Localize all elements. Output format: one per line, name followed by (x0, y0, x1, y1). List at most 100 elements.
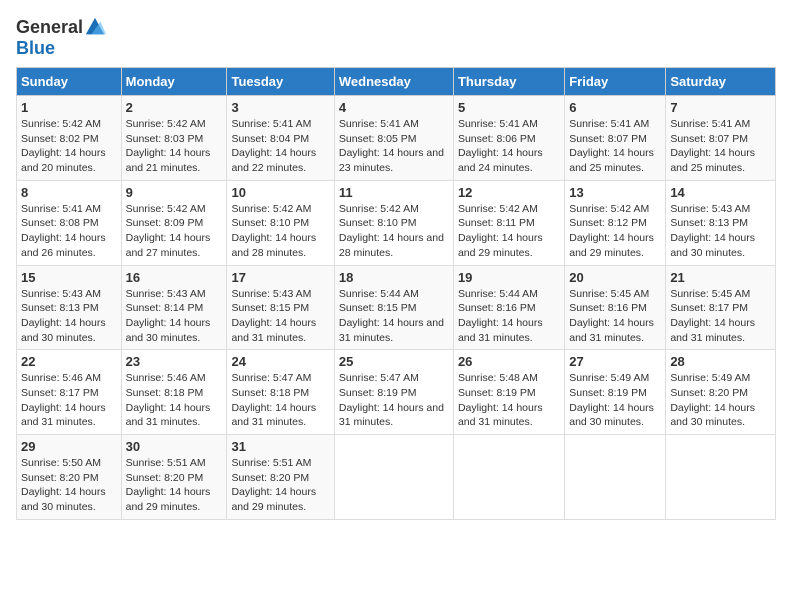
day-info: Sunrise: 5:41 AMSunset: 8:05 PMDaylight:… (339, 117, 449, 176)
day-info: Sunrise: 5:43 AMSunset: 8:13 PMDaylight:… (670, 202, 771, 261)
col-header-monday: Monday (121, 68, 227, 96)
day-number: 31 (231, 439, 329, 454)
day-info: Sunrise: 5:50 AMSunset: 8:20 PMDaylight:… (21, 456, 117, 515)
calendar-cell: 29 Sunrise: 5:50 AMSunset: 8:20 PMDaylig… (17, 435, 122, 520)
calendar-cell: 25 Sunrise: 5:47 AMSunset: 8:19 PMDaylig… (334, 350, 453, 435)
day-info: Sunrise: 5:47 AMSunset: 8:18 PMDaylight:… (231, 371, 329, 430)
day-number: 3 (231, 100, 329, 115)
calendar-cell: 2 Sunrise: 5:42 AMSunset: 8:03 PMDayligh… (121, 96, 227, 181)
calendar-cell: 12 Sunrise: 5:42 AMSunset: 8:11 PMDaylig… (453, 180, 564, 265)
day-number: 7 (670, 100, 771, 115)
page-header: General Blue (16, 16, 776, 59)
day-info: Sunrise: 5:45 AMSunset: 8:16 PMDaylight:… (569, 287, 661, 346)
day-info: Sunrise: 5:41 AMSunset: 8:08 PMDaylight:… (21, 202, 117, 261)
day-info: Sunrise: 5:45 AMSunset: 8:17 PMDaylight:… (670, 287, 771, 346)
day-info: Sunrise: 5:42 AMSunset: 8:10 PMDaylight:… (231, 202, 329, 261)
calendar-cell: 30 Sunrise: 5:51 AMSunset: 8:20 PMDaylig… (121, 435, 227, 520)
day-number: 26 (458, 354, 560, 369)
calendar-cell: 27 Sunrise: 5:49 AMSunset: 8:19 PMDaylig… (565, 350, 666, 435)
day-number: 15 (21, 270, 117, 285)
calendar-cell (334, 435, 453, 520)
day-info: Sunrise: 5:41 AMSunset: 8:07 PMDaylight:… (670, 117, 771, 176)
calendar-cell: 3 Sunrise: 5:41 AMSunset: 8:04 PMDayligh… (227, 96, 334, 181)
day-number: 25 (339, 354, 449, 369)
day-info: Sunrise: 5:44 AMSunset: 8:16 PMDaylight:… (458, 287, 560, 346)
day-info: Sunrise: 5:51 AMSunset: 8:20 PMDaylight:… (231, 456, 329, 515)
calendar-cell: 23 Sunrise: 5:46 AMSunset: 8:18 PMDaylig… (121, 350, 227, 435)
calendar-cell: 14 Sunrise: 5:43 AMSunset: 8:13 PMDaylig… (666, 180, 776, 265)
col-header-thursday: Thursday (453, 68, 564, 96)
calendar-cell (666, 435, 776, 520)
calendar-cell: 24 Sunrise: 5:47 AMSunset: 8:18 PMDaylig… (227, 350, 334, 435)
day-info: Sunrise: 5:46 AMSunset: 8:17 PMDaylight:… (21, 371, 117, 430)
calendar-cell: 11 Sunrise: 5:42 AMSunset: 8:10 PMDaylig… (334, 180, 453, 265)
day-info: Sunrise: 5:51 AMSunset: 8:20 PMDaylight:… (126, 456, 223, 515)
day-number: 14 (670, 185, 771, 200)
day-number: 30 (126, 439, 223, 454)
day-number: 18 (339, 270, 449, 285)
calendar-cell: 10 Sunrise: 5:42 AMSunset: 8:10 PMDaylig… (227, 180, 334, 265)
calendar-cell: 4 Sunrise: 5:41 AMSunset: 8:05 PMDayligh… (334, 96, 453, 181)
calendar-cell: 26 Sunrise: 5:48 AMSunset: 8:19 PMDaylig… (453, 350, 564, 435)
day-info: Sunrise: 5:41 AMSunset: 8:07 PMDaylight:… (569, 117, 661, 176)
day-number: 22 (21, 354, 117, 369)
calendar-cell: 21 Sunrise: 5:45 AMSunset: 8:17 PMDaylig… (666, 265, 776, 350)
day-number: 13 (569, 185, 661, 200)
logo-blue: Blue (16, 38, 55, 59)
calendar-cell: 13 Sunrise: 5:42 AMSunset: 8:12 PMDaylig… (565, 180, 666, 265)
day-number: 11 (339, 185, 449, 200)
day-info: Sunrise: 5:42 AMSunset: 8:03 PMDaylight:… (126, 117, 223, 176)
day-number: 2 (126, 100, 223, 115)
logo-general: General (16, 17, 83, 38)
day-info: Sunrise: 5:43 AMSunset: 8:15 PMDaylight:… (231, 287, 329, 346)
calendar-week-5: 29 Sunrise: 5:50 AMSunset: 8:20 PMDaylig… (17, 435, 776, 520)
calendar-week-2: 8 Sunrise: 5:41 AMSunset: 8:08 PMDayligh… (17, 180, 776, 265)
day-number: 1 (21, 100, 117, 115)
calendar-week-4: 22 Sunrise: 5:46 AMSunset: 8:17 PMDaylig… (17, 350, 776, 435)
day-number: 8 (21, 185, 117, 200)
day-number: 5 (458, 100, 560, 115)
calendar-cell: 22 Sunrise: 5:46 AMSunset: 8:17 PMDaylig… (17, 350, 122, 435)
calendar-cell: 31 Sunrise: 5:51 AMSunset: 8:20 PMDaylig… (227, 435, 334, 520)
day-info: Sunrise: 5:43 AMSunset: 8:14 PMDaylight:… (126, 287, 223, 346)
col-header-saturday: Saturday (666, 68, 776, 96)
col-header-friday: Friday (565, 68, 666, 96)
calendar-cell: 20 Sunrise: 5:45 AMSunset: 8:16 PMDaylig… (565, 265, 666, 350)
calendar-cell: 9 Sunrise: 5:42 AMSunset: 8:09 PMDayligh… (121, 180, 227, 265)
day-info: Sunrise: 5:44 AMSunset: 8:15 PMDaylight:… (339, 287, 449, 346)
day-number: 6 (569, 100, 661, 115)
calendar-cell (453, 435, 564, 520)
calendar-cell: 28 Sunrise: 5:49 AMSunset: 8:20 PMDaylig… (666, 350, 776, 435)
calendar-cell: 17 Sunrise: 5:43 AMSunset: 8:15 PMDaylig… (227, 265, 334, 350)
logo-icon (84, 16, 106, 38)
calendar-cell: 5 Sunrise: 5:41 AMSunset: 8:06 PMDayligh… (453, 96, 564, 181)
day-number: 4 (339, 100, 449, 115)
day-info: Sunrise: 5:48 AMSunset: 8:19 PMDaylight:… (458, 371, 560, 430)
day-info: Sunrise: 5:41 AMSunset: 8:06 PMDaylight:… (458, 117, 560, 176)
day-info: Sunrise: 5:42 AMSunset: 8:12 PMDaylight:… (569, 202, 661, 261)
calendar-cell: 19 Sunrise: 5:44 AMSunset: 8:16 PMDaylig… (453, 265, 564, 350)
logo: General Blue (16, 16, 106, 59)
day-number: 20 (569, 270, 661, 285)
day-number: 28 (670, 354, 771, 369)
day-info: Sunrise: 5:47 AMSunset: 8:19 PMDaylight:… (339, 371, 449, 430)
col-header-tuesday: Tuesday (227, 68, 334, 96)
col-header-sunday: Sunday (17, 68, 122, 96)
day-info: Sunrise: 5:42 AMSunset: 8:09 PMDaylight:… (126, 202, 223, 261)
calendar-week-3: 15 Sunrise: 5:43 AMSunset: 8:13 PMDaylig… (17, 265, 776, 350)
day-number: 23 (126, 354, 223, 369)
day-info: Sunrise: 5:49 AMSunset: 8:19 PMDaylight:… (569, 371, 661, 430)
calendar-cell: 15 Sunrise: 5:43 AMSunset: 8:13 PMDaylig… (17, 265, 122, 350)
day-info: Sunrise: 5:49 AMSunset: 8:20 PMDaylight:… (670, 371, 771, 430)
day-number: 27 (569, 354, 661, 369)
calendar-cell: 18 Sunrise: 5:44 AMSunset: 8:15 PMDaylig… (334, 265, 453, 350)
calendar-cell: 8 Sunrise: 5:41 AMSunset: 8:08 PMDayligh… (17, 180, 122, 265)
day-number: 19 (458, 270, 560, 285)
day-info: Sunrise: 5:46 AMSunset: 8:18 PMDaylight:… (126, 371, 223, 430)
day-number: 21 (670, 270, 771, 285)
calendar-cell: 7 Sunrise: 5:41 AMSunset: 8:07 PMDayligh… (666, 96, 776, 181)
day-number: 17 (231, 270, 329, 285)
day-info: Sunrise: 5:42 AMSunset: 8:10 PMDaylight:… (339, 202, 449, 261)
calendar-cell: 16 Sunrise: 5:43 AMSunset: 8:14 PMDaylig… (121, 265, 227, 350)
day-info: Sunrise: 5:41 AMSunset: 8:04 PMDaylight:… (231, 117, 329, 176)
